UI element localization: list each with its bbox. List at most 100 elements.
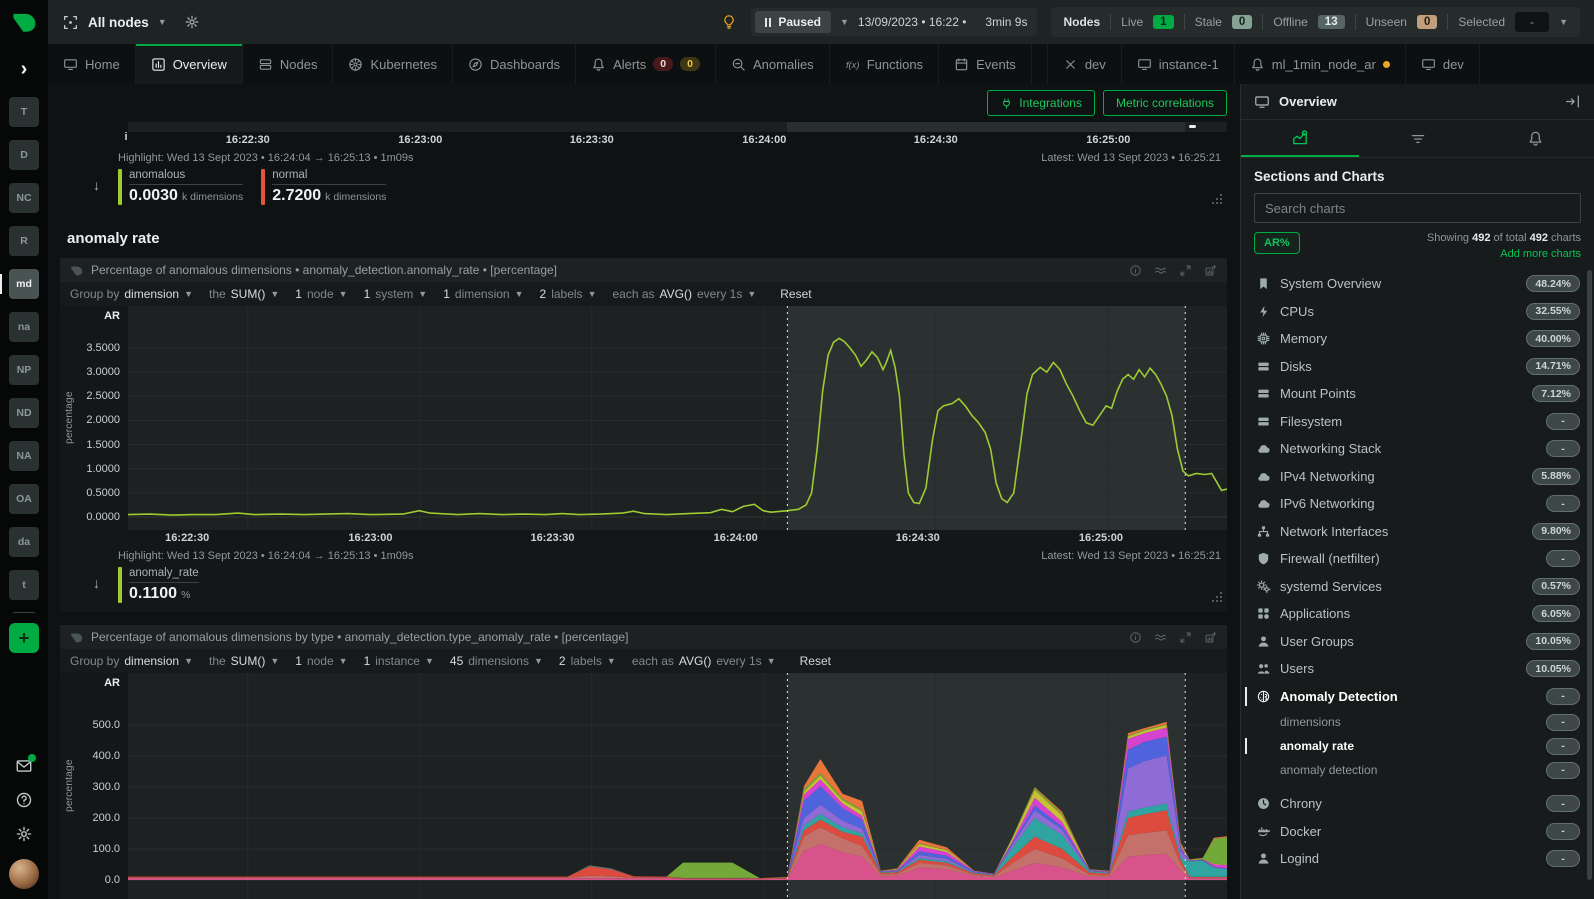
control-dimension-group-by[interactable]: Group bydimension▼ <box>70 654 193 668</box>
all-nodes-selector[interactable]: All nodes <box>88 15 149 30</box>
netdata-logo[interactable] <box>0 0 48 44</box>
stale-label[interactable]: Stale <box>1195 15 1222 29</box>
ar-filter-chip[interactable]: AR% <box>1254 232 1300 254</box>
room-settings-gear-icon[interactable] <box>184 14 200 30</box>
expand-rail-chevron-icon[interactable]: › <box>21 58 28 81</box>
sidebar-item-mount-points[interactable]: Mount Points7.12% <box>1241 380 1594 408</box>
space-tile-R[interactable]: R <box>9 226 39 256</box>
waves-icon[interactable] <box>1154 264 1167 277</box>
space-tile-T[interactable]: T <box>9 97 39 127</box>
resize-handle-icon[interactable] <box>1211 591 1223 603</box>
sidebar-item-firewall-netfilter-[interactable]: Firewall (netfilter)- <box>1241 545 1594 573</box>
tips-bulb-icon[interactable] <box>721 14 737 30</box>
sidebar-item-user-groups[interactable]: User Groups10.05% <box>1241 628 1594 656</box>
control-1-node[interactable]: 1node▼ <box>295 654 347 668</box>
sidebar-item-docker[interactable]: Docker- <box>1241 818 1594 846</box>
space-tile-t[interactable]: t <box>9 570 39 600</box>
tab-ml-1min-node-ar-11[interactable]: ml_1min_node_ar <box>1235 44 1406 84</box>
control-dimension-group-by[interactable]: Group bydimension▼ <box>70 287 193 301</box>
reset-button[interactable]: Reset <box>780 287 811 301</box>
space-tile-NC[interactable]: NC <box>9 183 39 213</box>
tab-dashboards-4[interactable]: Dashboards <box>453 44 576 84</box>
search-charts-input[interactable] <box>1254 193 1581 223</box>
space-tile-NP[interactable]: NP <box>9 355 39 385</box>
tab-overview-1[interactable]: Overview <box>136 44 243 84</box>
sidebar-item-network-interfaces[interactable]: Network Interfaces9.80% <box>1241 518 1594 546</box>
sidebar-item-system-overview[interactable]: System Overview48.24% <box>1241 270 1594 298</box>
tab-events-8[interactable]: Events <box>939 44 1032 84</box>
sidebar-item-ipv6-networking[interactable]: IPv6 Networking- <box>1241 490 1594 518</box>
sidebar-item-anomaly-rate[interactable]: anomaly rate- <box>1241 734 1594 758</box>
tab-anomalies-6[interactable]: Anomalies <box>716 44 830 84</box>
sidebar-item-filesystem[interactable]: Filesystem- <box>1241 408 1594 436</box>
control-1-instance[interactable]: 1instance▼ <box>364 654 434 668</box>
collapse-panel-icon[interactable] <box>1564 93 1581 110</box>
control-1-system[interactable]: 1system▼ <box>364 287 428 301</box>
tab-filters[interactable] <box>1359 120 1477 157</box>
tab-alerts-5[interactable]: Alerts00 <box>576 44 716 84</box>
tab-home-0[interactable]: Home <box>48 44 136 84</box>
tab-instance-1-10[interactable]: instance-1 <box>1122 44 1235 84</box>
settings-gear-icon[interactable] <box>15 825 33 843</box>
reset-button[interactable]: Reset <box>800 654 831 668</box>
dragchart-icon[interactable] <box>1204 264 1217 277</box>
chevron-down-icon[interactable]: ▼ <box>158 17 167 27</box>
highlight-region[interactable] <box>787 122 1185 132</box>
info-icon[interactable] <box>1129 631 1142 644</box>
sidebar-item-anomaly-detection[interactable]: Anomaly Detection- <box>1241 683 1594 711</box>
legend-item-normal[interactable]: normal2.7200k dimensions <box>261 169 386 205</box>
control-sum-the[interactable]: theSUM()▼ <box>209 287 279 301</box>
sidebar-item-chrony[interactable]: Chrony- <box>1241 790 1594 818</box>
expand-icon[interactable] <box>1179 631 1192 644</box>
sidebar-item-ipv4-networking[interactable]: IPv4 Networking5.88% <box>1241 463 1594 491</box>
tab-nodes-2[interactable]: Nodes <box>243 44 334 84</box>
resize-handle-icon[interactable] <box>1211 193 1223 205</box>
offline-label[interactable]: Offline <box>1273 15 1307 29</box>
legend-item-anomalous[interactable]: anomalous0.0030k dimensions <box>118 169 243 205</box>
sidebar-item-networking-stack[interactable]: Networking Stack- <box>1241 435 1594 463</box>
sidebar-item-logind[interactable]: Logind- <box>1241 845 1594 873</box>
integrations-button[interactable]: Integrations <box>987 90 1095 116</box>
control-1-node[interactable]: 1node▼ <box>295 287 347 301</box>
tab-functions-7[interactable]: f(x)Functions <box>830 44 939 84</box>
sidebar-item-applications[interactable]: Applications6.05% <box>1241 600 1594 628</box>
legend-sort-arrow-icon[interactable]: ↓ <box>93 177 100 193</box>
user-avatar[interactable] <box>9 859 39 889</box>
control-2-labels[interactable]: 2labels▼ <box>540 287 597 301</box>
unseen-label[interactable]: Unseen <box>1366 15 1407 29</box>
help-icon[interactable] <box>15 791 33 809</box>
control-1-dimension[interactable]: 1dimension▼ <box>443 287 523 301</box>
space-tile-md[interactable]: md <box>9 269 39 299</box>
sidebar-item-systemd-services[interactable]: systemd Services0.57% <box>1241 573 1594 601</box>
control-2-labels[interactable]: 2labels▼ <box>559 654 616 668</box>
info-icon[interactable]: i <box>124 131 127 143</box>
tab-alerts[interactable] <box>1476 120 1594 157</box>
sidebar-item-users[interactable]: Users10.05% <box>1241 655 1594 683</box>
tab-sections-charts[interactable] <box>1241 120 1359 157</box>
space-tile-OA[interactable]: OA <box>9 484 39 514</box>
waves-icon[interactable] <box>1154 631 1167 644</box>
legend-sort-arrow-icon[interactable]: ↓ <box>93 575 100 591</box>
plot-area[interactable] <box>128 306 1227 530</box>
live-label[interactable]: Live <box>1121 15 1143 29</box>
sidebar-item-dimensions[interactable]: dimensions- <box>1241 710 1594 734</box>
tab-dev-12[interactable]: dev <box>1406 44 1480 84</box>
tab-dev-9[interactable]: dev <box>1048 44 1122 84</box>
add-space-button[interactable]: + <box>9 623 39 653</box>
expand-icon[interactable] <box>1179 264 1192 277</box>
sidebar-item-cpus[interactable]: CPUs32.55% <box>1241 298 1594 326</box>
control-sum-the[interactable]: theSUM()▼ <box>209 654 279 668</box>
sidebar-item-disks[interactable]: Disks14.71% <box>1241 353 1594 381</box>
space-tile-ND[interactable]: ND <box>9 398 39 428</box>
chevron-down-icon[interactable]: ▼ <box>840 17 849 27</box>
space-tile-NA[interactable]: NA <box>9 441 39 471</box>
date-range[interactable]: 13/09/2023 • 16:22 • <box>858 15 967 29</box>
sidebar-item-anomaly-detection[interactable]: anomaly detection- <box>1241 758 1594 782</box>
add-more-charts-link[interactable]: Add more charts <box>1427 248 1581 260</box>
plot-area[interactable] <box>128 673 1227 899</box>
dragchart-icon[interactable] <box>1204 631 1217 644</box>
control-avg-every-1s[interactable]: each asAVG()every 1s▼ <box>632 654 776 668</box>
space-tile-D[interactable]: D <box>9 140 39 170</box>
chart-plot-sliver[interactable] <box>128 122 1227 132</box>
chevron-down-icon[interactable]: ▼ <box>1559 17 1568 27</box>
